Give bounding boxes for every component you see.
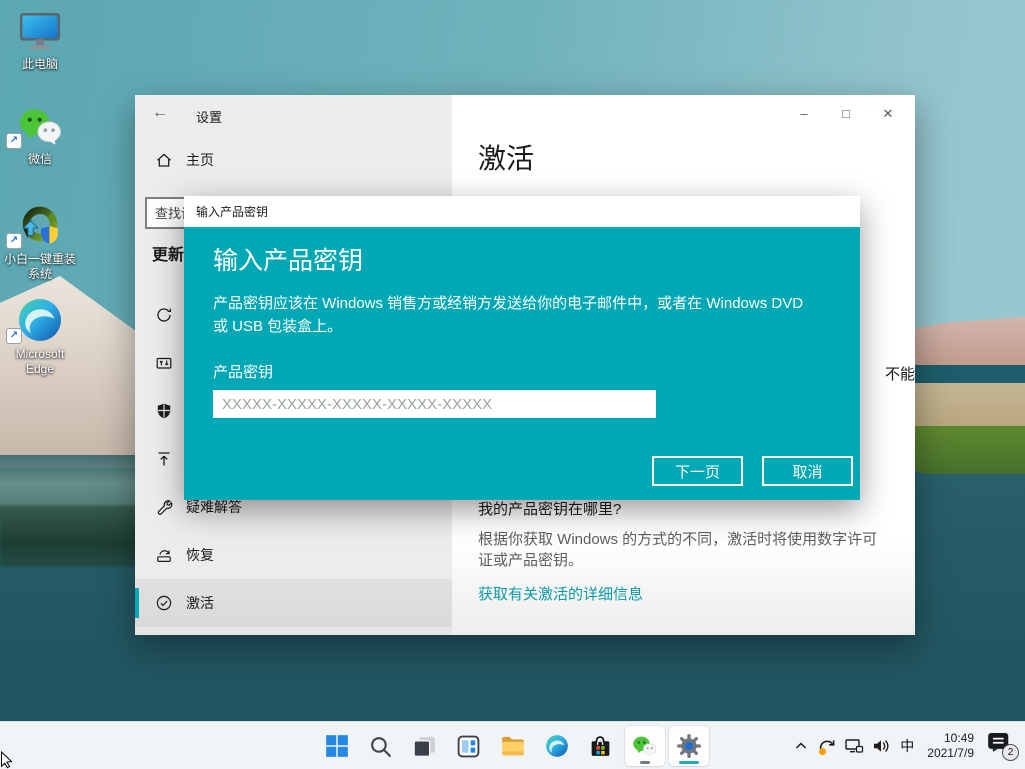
task-view-button[interactable] xyxy=(405,726,445,766)
hidden-icons-chevron-icon[interactable] xyxy=(793,738,809,754)
sidebar-item-label: 疑难解答 xyxy=(186,497,242,517)
wechat-taskbar-button[interactable] xyxy=(625,726,665,766)
desktop-icon-label: 小白一键重装系统 xyxy=(0,252,80,282)
computer-icon xyxy=(0,8,80,54)
dialog-body: 输入产品密钥 产品密钥应该在 Windows 销售方或经销方发送给你的电子邮件中… xyxy=(184,227,860,500)
sidebar-item-home[interactable]: 主页 xyxy=(155,150,214,170)
recovery-icon xyxy=(155,546,173,564)
gear-icon xyxy=(676,733,702,759)
microsoft-store-icon xyxy=(588,734,613,759)
back-arrow-icon[interactable]: ← xyxy=(152,104,168,122)
product-key-label: 产品密钥 xyxy=(213,361,860,382)
task-view-icon xyxy=(412,734,437,759)
reinstall-tool-icon: ↗ xyxy=(0,203,80,249)
desktop-icon-reinstall-tool[interactable]: ↗ 小白一键重装系统 xyxy=(0,203,80,282)
cancel-button[interactable]: 取消 xyxy=(762,456,853,486)
minimize-button[interactable]: – xyxy=(783,101,825,127)
dialog-heading: 输入产品密钥 xyxy=(213,227,860,277)
clock-date: 2021/7/9 xyxy=(927,746,974,761)
desktop-icon-edge[interactable]: ↗ Microsoft Edge xyxy=(0,298,80,377)
edge-taskbar-button[interactable] xyxy=(537,726,577,766)
start-button[interactable] xyxy=(317,726,357,766)
notification-count-badge: 2 xyxy=(1002,744,1019,761)
dialog-description: 产品密钥应该在 Windows 销售方或经销方发送给你的电子邮件中，或者在 Wi… xyxy=(213,292,821,338)
desktop-icon-this-pc[interactable]: 此电脑 xyxy=(0,8,80,72)
windows-update-tray-icon[interactable] xyxy=(816,736,837,757)
windows-start-icon xyxy=(324,733,350,759)
file-explorer-button[interactable] xyxy=(493,726,533,766)
file-explorer-icon xyxy=(500,733,526,759)
search-button[interactable] xyxy=(361,726,401,766)
microsoft-store-button[interactable] xyxy=(581,726,621,766)
running-indicator xyxy=(640,761,650,764)
shortcut-arrow-icon: ↗ xyxy=(6,328,22,344)
system-tray: 中 10:49 2021/7/9 2 xyxy=(793,722,1017,769)
widgets-icon xyxy=(456,734,481,759)
check-circle-icon xyxy=(155,594,173,612)
search-icon xyxy=(368,734,393,759)
wallpaper-tree-reflection xyxy=(0,505,150,567)
product-key-input[interactable] xyxy=(213,390,656,418)
clock-time: 10:49 xyxy=(927,731,974,746)
desktop-icon-label: 此电脑 xyxy=(0,57,80,72)
sidebar-item-activation[interactable]: 激活 xyxy=(135,579,452,627)
page-title: 激活 xyxy=(478,137,534,177)
partial-text-fragment: 不能 xyxy=(858,363,915,384)
faq-heading: 我的产品密钥在哪里? xyxy=(478,498,621,519)
sidebar-item-recovery[interactable]: 恢复 xyxy=(135,531,452,579)
dialog-title: 输入产品密钥 xyxy=(196,203,268,220)
clock[interactable]: 10:49 2021/7/9 xyxy=(923,731,978,761)
home-icon xyxy=(155,151,173,169)
delivery-optimization-icon xyxy=(155,354,173,372)
settings-taskbar-button[interactable] xyxy=(669,726,709,766)
desktop: 此电脑 ↗ 微信 ↗ xyxy=(0,0,1025,769)
taskbar: 中 10:49 2021/7/9 2 xyxy=(0,721,1025,769)
sync-icon xyxy=(155,306,173,324)
wechat-icon xyxy=(631,734,658,759)
next-button[interactable]: 下一页 xyxy=(652,456,743,486)
desktop-icon-label: Microsoft Edge xyxy=(0,347,80,377)
backup-icon xyxy=(155,450,173,468)
mouse-cursor xyxy=(0,751,15,769)
dialog-titlebar: 输入产品密钥 xyxy=(184,196,860,227)
sidebar-item-label: 恢复 xyxy=(186,545,214,565)
faq-body: 根据你获取 Windows 的方式的不同，激活时将使用数字许可证或产品密钥。 xyxy=(478,529,882,571)
maximize-button[interactable]: □ xyxy=(825,101,867,127)
sidebar-home-label: 主页 xyxy=(186,150,214,170)
edge-icon: ↗ xyxy=(0,298,80,344)
edge-icon xyxy=(544,733,570,759)
desktop-icon-label: 微信 xyxy=(0,152,80,167)
sidebar-item-label: 激活 xyxy=(186,593,214,613)
window-title: 设置 xyxy=(196,107,222,126)
shield-icon xyxy=(155,402,173,420)
close-button[interactable]: ✕ xyxy=(867,101,909,127)
ime-indicator[interactable]: 中 xyxy=(898,736,916,756)
window-controls: – □ ✕ xyxy=(783,101,909,127)
wallpaper-haze-left xyxy=(0,455,150,507)
shortcut-arrow-icon: ↗ xyxy=(6,133,22,149)
wrench-icon xyxy=(155,498,173,516)
network-tray-icon[interactable] xyxy=(844,736,864,756)
desktop-icon-wechat[interactable]: ↗ 微信 xyxy=(0,103,80,167)
shortcut-arrow-icon: ↗ xyxy=(6,233,22,249)
volume-tray-icon[interactable] xyxy=(871,736,891,756)
widgets-button[interactable] xyxy=(449,726,489,766)
wechat-icon: ↗ xyxy=(0,103,80,149)
product-key-dialog: 输入产品密钥 输入产品密钥 产品密钥应该在 Windows 销售方或经销方发送给… xyxy=(184,196,860,500)
dialog-buttons: 下一页 取消 xyxy=(652,456,853,486)
activation-info-link[interactable]: 获取有关激活的详细信息 xyxy=(478,583,643,604)
active-window-indicator xyxy=(679,761,699,764)
notification-center-button[interactable]: 2 xyxy=(987,731,1017,761)
